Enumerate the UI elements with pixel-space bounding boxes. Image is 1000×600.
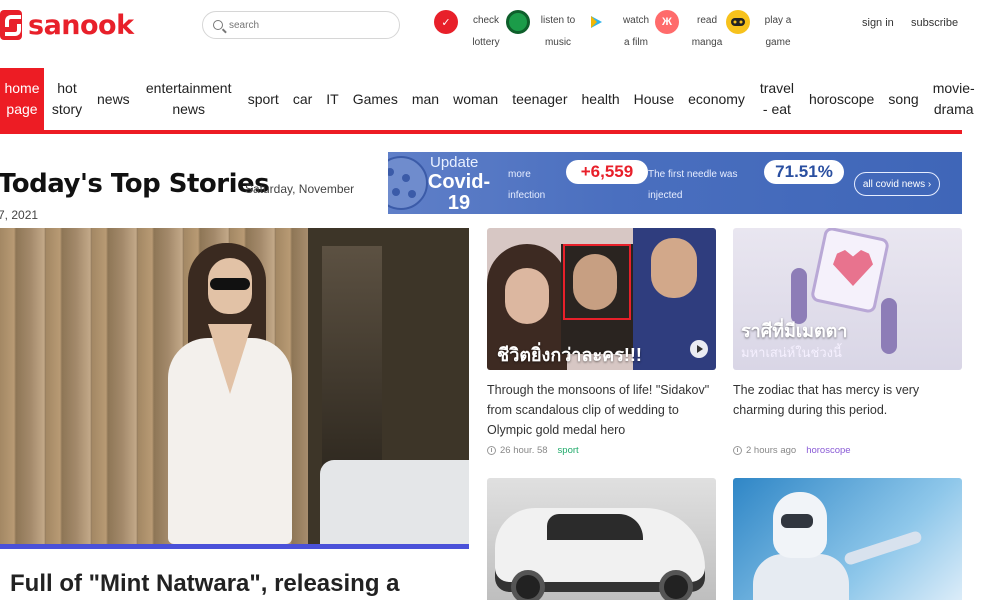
story-card-title[interactable]: The zodiac that has mercy is very charmi…: [733, 380, 961, 420]
nav-item-man[interactable]: man: [405, 68, 446, 130]
music-icon: [506, 10, 530, 34]
story-card-image-sidakov[interactable]: ชีวิตยิ่งกว่าละคร!!!: [487, 228, 716, 370]
main-story-image[interactable]: [0, 228, 469, 544]
logo-text: sanook: [28, 9, 134, 41]
story-card-title[interactable]: Through the monsoons of life! "Sidakov" …: [487, 380, 715, 440]
all-covid-news-button[interactable]: all covid news ›: [854, 172, 940, 196]
covid-title: Covid- 19: [424, 172, 494, 214]
covid-vaccinated-percent: 71.51%: [764, 160, 844, 184]
nav-item-entertainment-news[interactable]: entertainment news: [137, 68, 241, 130]
covid-title-line: 19: [447, 192, 471, 214]
card-overlay-text: ราศีที่มีเมตตา: [741, 321, 848, 341]
story-card-meta: 26 hour. 58 sport: [487, 445, 579, 456]
lottery-icon: ✓: [434, 10, 458, 34]
nav-item-movie-drama[interactable]: movie-drama: [926, 68, 982, 130]
covid-banner[interactable]: Update Covid- 19 more infection +6,559 T…: [388, 152, 962, 214]
card-overlay-subtext: มหาเสน่ห์ในช่วงนี้: [741, 345, 842, 360]
game-icon: [726, 10, 750, 34]
quick-link-music[interactable]: listen to music: [506, 10, 586, 54]
sanook-logo-icon: [0, 10, 22, 40]
nav-item-economy[interactable]: economy: [681, 68, 752, 130]
quick-link-label: game: [765, 37, 791, 48]
main-nav: home page hot story news entertainment n…: [0, 68, 1000, 130]
covid-title-line: Covid-: [427, 171, 491, 193]
card-overlay-text: ชีวิตยิ่งกว่าละคร!!!: [497, 345, 642, 365]
page-title: Today's Top Stories: [0, 169, 270, 199]
nav-item-it[interactable]: IT: [319, 68, 345, 130]
nav-item-house[interactable]: House: [627, 68, 681, 130]
nav-item-news[interactable]: news: [90, 68, 137, 130]
nav-item-hot-story[interactable]: hot story: [44, 68, 90, 130]
search-icon[interactable]: [213, 20, 223, 30]
story-card-category[interactable]: sport: [558, 445, 579, 456]
nav-item-horoscope[interactable]: horoscope: [802, 68, 881, 130]
nav-item-teenager[interactable]: teenager: [505, 68, 574, 130]
covid-update-label: Update: [430, 154, 479, 171]
story-card-category[interactable]: horoscope: [806, 445, 850, 456]
story-card-image-car[interactable]: [487, 478, 716, 600]
nav-item-song[interactable]: song: [881, 68, 925, 130]
quick-link-label: listen to: [540, 15, 576, 26]
nav-item-sport[interactable]: sport: [241, 68, 286, 130]
subscribe-link[interactable]: subscribe: [911, 17, 958, 29]
covid-infection-count: +6,559: [566, 160, 648, 184]
story-card-image-zodiac[interactable]: ราศีที่มีเมตตา มหาเสน่ห์ในช่วงนี้: [733, 228, 962, 370]
nav-item-home[interactable]: home page: [0, 68, 44, 130]
search-input[interactable]: [229, 19, 379, 31]
film-icon: [584, 10, 608, 34]
highlight-box: [563, 244, 631, 320]
nav-item-car[interactable]: car: [286, 68, 319, 130]
quick-link-label: music: [544, 37, 572, 48]
play-icon[interactable]: [690, 340, 708, 358]
quick-link-manga[interactable]: Ж read manga: [655, 10, 735, 54]
sanook-logo[interactable]: sanook: [0, 8, 134, 42]
story-card-image-robot[interactable]: [733, 478, 962, 600]
nav-item-woman[interactable]: woman: [446, 68, 505, 130]
quick-link-game[interactable]: play a game: [726, 10, 806, 54]
story-card-time: 26 hour. 58: [500, 445, 548, 456]
main-story-accent-bar: [0, 544, 469, 549]
main-story-title[interactable]: Full of "Mint Natwara", releasing a: [10, 570, 469, 598]
covid-first-needle-label: The first needle was injected: [648, 169, 738, 201]
manga-icon: Ж: [655, 10, 679, 34]
virus-icon: [388, 156, 428, 210]
story-card-meta: 2 hours ago horoscope: [733, 445, 851, 456]
quick-link-lottery[interactable]: ✓ check lottery: [434, 10, 514, 54]
nav-item-health[interactable]: health: [575, 68, 627, 130]
clock-icon: [733, 446, 742, 455]
clock-icon: [487, 446, 496, 455]
search-box[interactable]: [202, 11, 400, 39]
nav-item-travel-eat[interactable]: travel - eat: [752, 68, 802, 130]
sign-in-link[interactable]: sign in: [862, 17, 894, 29]
quick-link-label: play a: [764, 15, 792, 26]
nav-item-games[interactable]: Games: [346, 68, 405, 130]
page-date-year: 7, 2021: [0, 208, 39, 222]
nav-underline: [0, 130, 962, 134]
quick-link-film[interactable]: watch a film: [584, 10, 664, 54]
covid-more-infection-label: more infection: [508, 169, 546, 201]
site-header: sanook ✓ check lottery listen to music w…: [0, 0, 1000, 68]
page-date: Saturday, November: [245, 182, 355, 196]
story-card-time: 2 hours ago: [746, 445, 797, 456]
